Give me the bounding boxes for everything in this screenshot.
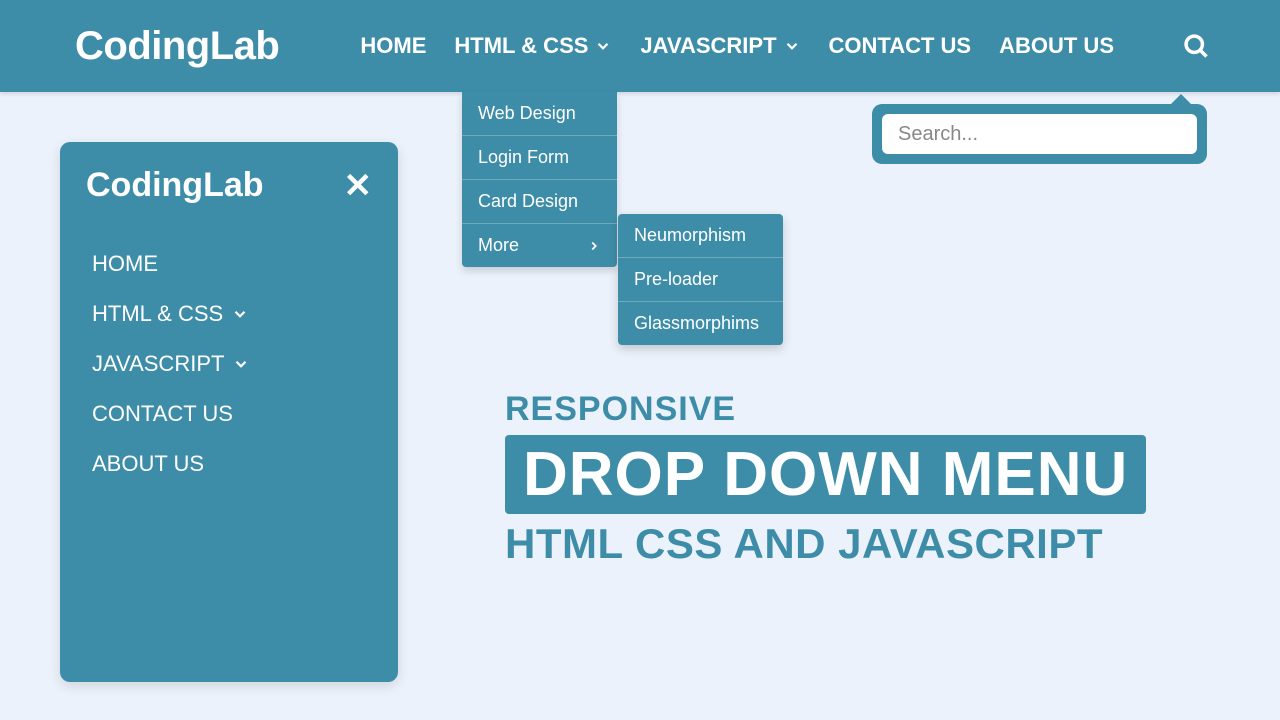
search-icon[interactable] (1182, 32, 1210, 60)
nav-about[interactable]: ABOUT US (999, 33, 1114, 59)
sidebar-item-label: HOME (92, 251, 158, 277)
submenu-glassmorphism[interactable]: Glassmorphims (618, 301, 783, 345)
dropdown-card-design-label: Card Design (478, 191, 578, 212)
sidebar-logo: CodingLab (86, 166, 264, 205)
sidebar-item-javascript[interactable]: JAVASCRIPT (86, 339, 372, 389)
nav-htmlcss-label: HTML & CSS (454, 33, 588, 59)
nav-home[interactable]: HOME (360, 33, 426, 59)
dropdown-web-design[interactable]: Web Design (462, 92, 617, 135)
nav-javascript-label: JAVASCRIPT (640, 33, 776, 59)
sidebar-item-label: HTML & CSS (92, 301, 223, 327)
close-icon[interactable]: ✕ (344, 169, 373, 203)
sidebar-item-label: CONTACT US (92, 401, 233, 427)
hero-line1: RESPONSIVE (505, 390, 1146, 429)
dropdown-web-design-label: Web Design (478, 103, 576, 124)
hero: RESPONSIVE DROP DOWN MENU HTML CSS AND J… (505, 390, 1146, 568)
chevron-down-icon (232, 355, 250, 373)
dropdown-more-label: More (478, 235, 519, 256)
dropdown-card-design[interactable]: Card Design (462, 179, 617, 223)
sidebar-header: CodingLab ✕ (86, 166, 372, 205)
chevron-down-icon (231, 305, 249, 323)
nav-javascript[interactable]: JAVASCRIPT (640, 33, 800, 59)
submenu-preloader[interactable]: Pre-loader (618, 257, 783, 301)
dropdown-login-form[interactable]: Login Form (462, 135, 617, 179)
chevron-down-icon (783, 37, 801, 55)
search-box (872, 104, 1207, 164)
nav-htmlcss[interactable]: HTML & CSS (454, 33, 612, 59)
nav-home-label: HOME (360, 33, 426, 59)
dropdown-login-form-label: Login Form (478, 147, 569, 168)
submenu-neumorphism[interactable]: Neumorphism (618, 214, 783, 257)
hero-line2: DROP DOWN MENU (505, 435, 1146, 514)
top-navbar: CodingLab HOME HTML & CSS JAVASCRIPT CON… (0, 0, 1280, 92)
sidebar-item-label: ABOUT US (92, 451, 204, 477)
chevron-right-icon (587, 239, 601, 253)
dropdown-more[interactable]: More (462, 223, 617, 267)
search-input[interactable] (882, 114, 1197, 154)
nav-contact-label: CONTACT US (829, 33, 972, 59)
submenu-more: Neumorphism Pre-loader Glassmorphims (618, 214, 783, 345)
sidebar-item-home[interactable]: HOME (86, 239, 372, 289)
nav-items: HOME HTML & CSS JAVASCRIPT CONTACT US AB… (360, 32, 1210, 60)
chevron-down-icon (594, 37, 612, 55)
sidebar-item-contact[interactable]: CONTACT US (86, 389, 372, 439)
nav-contact[interactable]: CONTACT US (829, 33, 972, 59)
sidebar-item-label: JAVASCRIPT (92, 351, 224, 377)
sidebar-item-htmlcss[interactable]: HTML & CSS (86, 289, 372, 339)
brand-logo: CodingLab (75, 24, 279, 69)
dropdown-htmlcss: Web Design Login Form Card Design More (462, 92, 617, 267)
sidebar-item-about[interactable]: ABOUT US (86, 439, 372, 489)
sidebar: CodingLab ✕ HOME HTML & CSS JAVASCRIPT C… (60, 142, 398, 682)
nav-about-label: ABOUT US (999, 33, 1114, 59)
hero-line3: HTML CSS AND JAVASCRIPT (505, 520, 1146, 568)
